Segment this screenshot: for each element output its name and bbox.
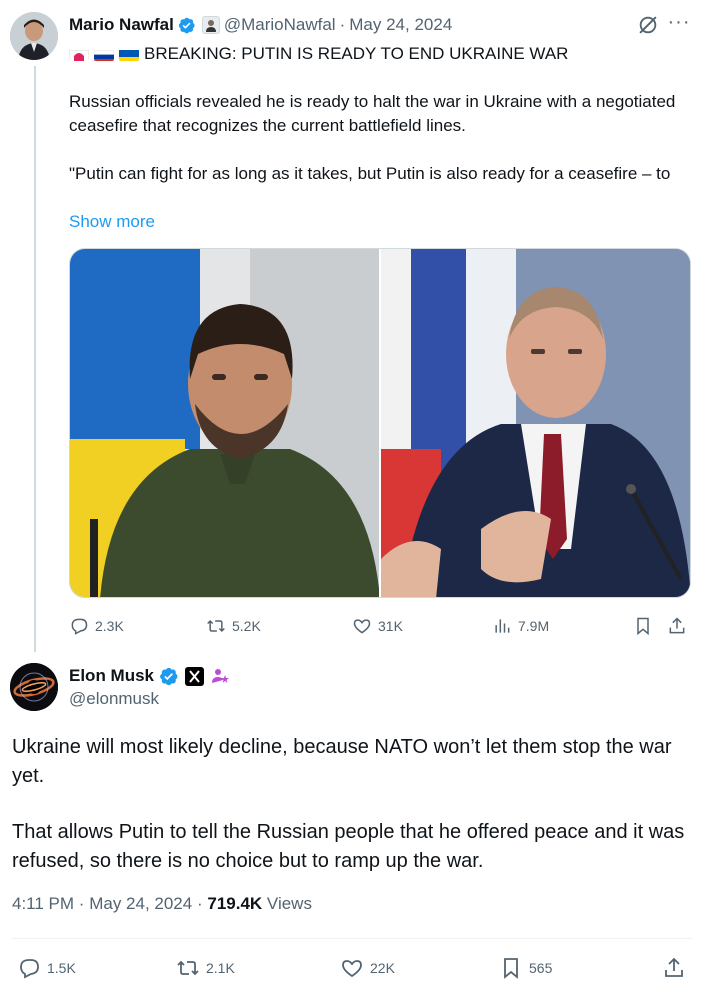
avatar-elon-musk[interactable] (10, 663, 58, 711)
quoted-reply-count: 2.3K (95, 618, 124, 634)
x-affiliate-badge-icon (185, 666, 205, 686)
header-separator: · (339, 15, 346, 34)
main-paragraph-2: That allows Putin to tell the Russian pe… (12, 821, 685, 872)
thread-connector-line (34, 66, 36, 652)
meta-separator-1: · (78, 894, 85, 913)
share-icon (669, 617, 685, 634)
repost-button[interactable]: 2.1K (176, 955, 235, 981)
quoted-reply-button[interactable]: 2.3K (69, 614, 124, 638)
reply-icon (20, 959, 39, 979)
quoted-author-handle[interactable]: @MarioNawfal (224, 15, 336, 35)
repost-icon (177, 960, 199, 976)
meta-separator-2: · (196, 894, 203, 913)
share-icon (665, 957, 683, 977)
reply-icon (71, 618, 88, 635)
quoted-repost-count: 5.2K (232, 618, 261, 634)
repost-count: 2.1K (206, 960, 235, 976)
quoted-like-button[interactable]: 31K (352, 614, 403, 638)
divider (12, 938, 692, 939)
ukraine-flag-icon (119, 47, 139, 61)
like-icon (353, 619, 371, 634)
quoted-share-button[interactable] (667, 614, 693, 638)
photo-zelensky[interactable] (70, 249, 379, 597)
quoted-paragraph-1: Russian officials revealed he is ready t… (69, 92, 676, 135)
quoted-author-name[interactable]: Mario Nawfal (69, 15, 174, 35)
repost-icon (207, 619, 225, 633)
like-button[interactable]: 22K (340, 955, 395, 981)
bookmark-count: 565 (529, 960, 553, 976)
like-icon (342, 960, 362, 978)
views-count: 719.4K (207, 894, 263, 913)
tweet-time[interactable]: 4:11 PM (12, 894, 74, 913)
bookmark-icon (637, 617, 649, 636)
avatar-mario-nawfal[interactable] (10, 12, 58, 60)
views-icon (495, 619, 510, 633)
main-author-handle[interactable]: @elonmusk (69, 689, 230, 709)
views-label: Views (266, 894, 312, 913)
quoted-views-button[interactable]: 7.9M (492, 614, 549, 638)
more-options-icon[interactable]: ··· (667, 12, 691, 36)
like-count: 22K (370, 960, 395, 976)
quoted-like-count: 31K (378, 618, 403, 634)
reply-count: 1.5K (47, 960, 76, 976)
show-more-link[interactable]: Show more (69, 210, 155, 234)
grok-icon[interactable] (637, 14, 659, 36)
main-tweet-header: Elon Musk @elonmusk (69, 664, 230, 709)
main-paragraph-1: Ukraine will most likely decline, becaus… (12, 736, 672, 787)
tweet-date[interactable]: May 24, 2024 (89, 894, 192, 913)
russia-flag-icon (94, 47, 114, 61)
quoted-views-count: 7.9M (518, 618, 550, 634)
quoted-paragraph-2: "Putin can fight for as long as it takes… (69, 164, 671, 183)
quoted-bookmark-button[interactable] (633, 614, 659, 638)
headline-text: BREAKING: PUTIN IS READY TO END UKRAINE … (144, 44, 569, 63)
verified-badge-icon (160, 667, 178, 685)
photo-putin[interactable] (381, 249, 690, 597)
quoted-repost-button[interactable]: 5.2K (206, 614, 261, 638)
quoted-tweet-header: Mario Nawfal @MarioNawfal · May 24, 2024 (69, 13, 452, 37)
quoted-tweet-date[interactable]: May 24, 2024 (349, 15, 452, 35)
siren-emoji-icon (69, 47, 89, 61)
main-author-name[interactable]: Elon Musk (69, 666, 154, 686)
media-grid[interactable] (69, 248, 691, 598)
community-badge-icon (210, 666, 230, 686)
bookmark-icon (504, 958, 518, 979)
reply-button[interactable]: 1.5K (17, 955, 76, 981)
affiliate-badge-icon (201, 16, 220, 34)
share-button[interactable] (662, 955, 692, 981)
tweet-meta: 4:11 PM · May 24, 2024 · 719.4K Views (12, 894, 312, 914)
verified-badge-icon (178, 17, 195, 33)
bookmark-button[interactable]: 565 (499, 955, 552, 981)
quoted-headline: BREAKING: PUTIN IS READY TO END UKRAINE … (69, 42, 694, 66)
